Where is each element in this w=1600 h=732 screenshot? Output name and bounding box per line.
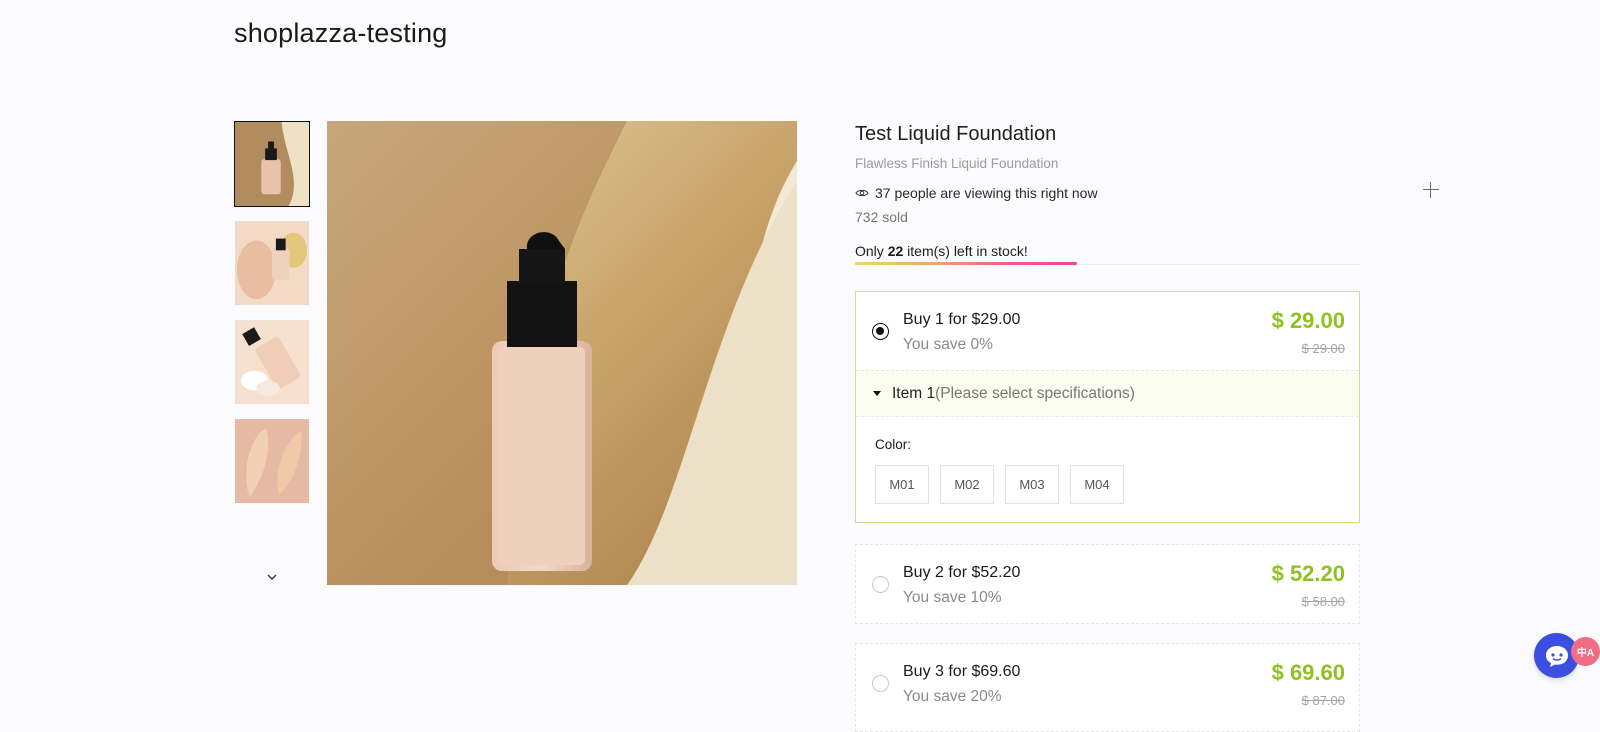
- thumbnail-4[interactable]: [234, 418, 310, 504]
- offer-radio-2[interactable]: [872, 576, 889, 593]
- offer-save: You save 10%: [903, 589, 1002, 606]
- stock-notice: Only 22 item(s) left in stock!: [855, 243, 1360, 259]
- offer-card-1[interactable]: Buy 1 for $29.00 You save 0% $ 29.00 $ 2…: [855, 291, 1360, 523]
- offer-original-price: $ 87.00: [1301, 693, 1345, 708]
- stock-count: 22: [887, 243, 904, 259]
- plus-icon[interactable]: [1422, 181, 1440, 199]
- store-name[interactable]: shoplazza-testing: [234, 18, 448, 49]
- offer-card-2[interactable]: Buy 2 for $52.20 You save 10% $ 52.20 $ …: [855, 544, 1360, 624]
- color-option-m02[interactable]: M02: [940, 465, 994, 504]
- sold-count: 732 sold: [855, 209, 908, 225]
- color-options: M01 M02 M03 M04: [875, 465, 1340, 504]
- color-option-m01[interactable]: M01: [875, 465, 929, 504]
- main-product-image[interactable]: [327, 121, 797, 585]
- offer-card-3[interactable]: Buy 3 for $69.60 You save 20% $ 69.60 $ …: [855, 643, 1360, 732]
- offer-original-price: $ 58.00: [1301, 594, 1345, 609]
- color-option-m03[interactable]: M03: [1005, 465, 1059, 504]
- stock-progress-fill: [855, 262, 1078, 265]
- viewing-text: 37 people are viewing this right now: [875, 185, 1098, 201]
- offer-radio-3[interactable]: [872, 675, 889, 692]
- offer-price: $ 69.60: [1271, 660, 1345, 685]
- offer-label: Buy 1 for $29.00: [903, 311, 1021, 328]
- bundle-item-toggle[interactable]: Item 1 (Please select specifications): [856, 370, 1359, 417]
- offer-original-price: $ 29.00: [1301, 341, 1345, 356]
- thumbnail-list: [234, 121, 310, 517]
- bundle-item-hint: (Please select specifications): [935, 384, 1135, 402]
- color-option-m04[interactable]: M04: [1070, 465, 1124, 504]
- eye-icon: [855, 189, 869, 197]
- offer-label: Buy 2 for $52.20: [903, 564, 1021, 581]
- thumbnail-2[interactable]: [234, 220, 310, 306]
- stock-progress: [855, 262, 1360, 265]
- product-title: Test Liquid Foundation: [855, 123, 1057, 145]
- chevron-down-icon[interactable]: [264, 569, 280, 585]
- stock-suffix: item(s) left in stock!: [903, 243, 1028, 259]
- spec-panel: Color: M01 M02 M03 M04: [856, 417, 1359, 522]
- chat-icon: [1545, 645, 1568, 667]
- thumbnail-1[interactable]: [234, 121, 310, 207]
- offer-save: You save 20%: [903, 688, 1002, 705]
- offer-price: $ 52.20: [1271, 561, 1345, 586]
- product-subtitle: Flawless Finish Liquid Foundation: [855, 156, 1059, 171]
- bundle-item-name: Item 1: [892, 384, 936, 402]
- caret-down-icon: [873, 391, 881, 396]
- viewing-counter: 37 people are viewing this right now: [855, 185, 1360, 201]
- stock-prefix: Only: [855, 243, 888, 259]
- translate-badge[interactable]: 中A: [1571, 637, 1600, 666]
- offer-save: You save 0%: [903, 336, 993, 353]
- thumbnail-3[interactable]: [234, 319, 310, 405]
- color-label: Color:: [875, 437, 912, 452]
- offer-radio-1[interactable]: [872, 323, 889, 340]
- offer-label: Buy 3 for $69.60: [903, 663, 1021, 680]
- offer-price: $ 29.00: [1271, 308, 1345, 333]
- product-info: Test Liquid Foundation Flawless Finish L…: [855, 121, 1360, 265]
